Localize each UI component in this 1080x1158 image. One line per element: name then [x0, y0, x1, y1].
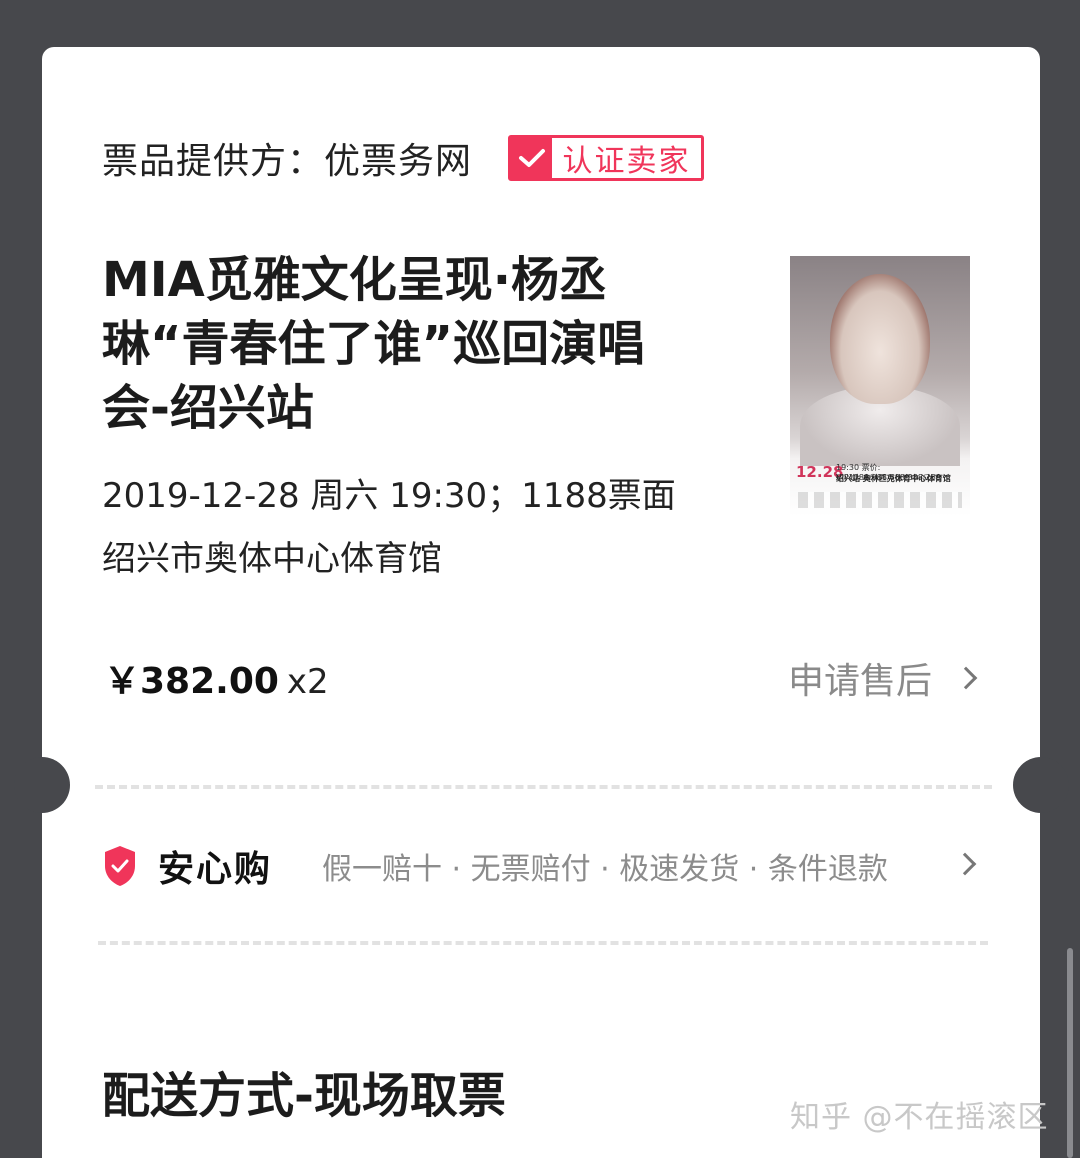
certified-seller-badge: 认证卖家	[508, 135, 705, 181]
event-venue: 绍兴市奥体中心体育馆	[102, 539, 442, 579]
dashed-divider	[98, 941, 988, 945]
delivery-method-heading: 配送方式-现场取票	[102, 1068, 506, 1124]
order-card	[42, 47, 1040, 1158]
certified-seller-label: 认证卖家	[562, 144, 691, 179]
ticket-quantity: x2	[286, 662, 329, 702]
unit-price: ￥382.00	[104, 661, 279, 702]
provider-row: 票品提供方：优票务网 认证卖家	[102, 132, 705, 184]
check-icon	[511, 138, 553, 178]
watermark: 知乎 @不在摇滚区	[790, 1100, 1049, 1135]
ticket-notch-right	[1013, 757, 1069, 813]
dashed-divider	[95, 785, 992, 789]
after-sale-label: 申请售后	[788, 661, 933, 702]
guarantee-items: 假一赔十 · 无票赔付 · 极速发货 · 条件退款	[322, 852, 888, 887]
ticket-notch-left	[14, 757, 70, 813]
shield-check-icon	[105, 846, 135, 886]
poster-figure-face	[830, 274, 930, 404]
chevron-right-icon	[954, 666, 978, 690]
provider-label: 票品提供方：优票务网	[102, 141, 473, 182]
scrollbar[interactable]	[1067, 948, 1073, 1158]
event-datetime: 2019-12-28 周六 19:30；1188票面	[102, 476, 676, 516]
event-poster-image[interactable]: 12.28 19:30 票价: VIP1188/988/688/388/288 …	[790, 256, 970, 516]
guarantee-title: 安心购	[158, 849, 273, 890]
event-title[interactable]: MIA觅雅文化呈现·杨丞琳“青春住了谁”巡回演唱会-绍兴站	[102, 248, 692, 440]
price-row: ￥382.00 x2	[104, 652, 329, 704]
poster-sponsor-logos	[798, 492, 962, 508]
chevron-right-icon	[953, 852, 977, 876]
poster-venue-line: 绍兴站 奥林匹克体育中心体育馆	[836, 474, 951, 483]
guarantee-row[interactable]: 安心购 假一赔十 · 无票赔付 · 极速发货 · 条件退款	[102, 840, 982, 892]
after-sale-button[interactable]: 申请售后	[788, 652, 978, 704]
